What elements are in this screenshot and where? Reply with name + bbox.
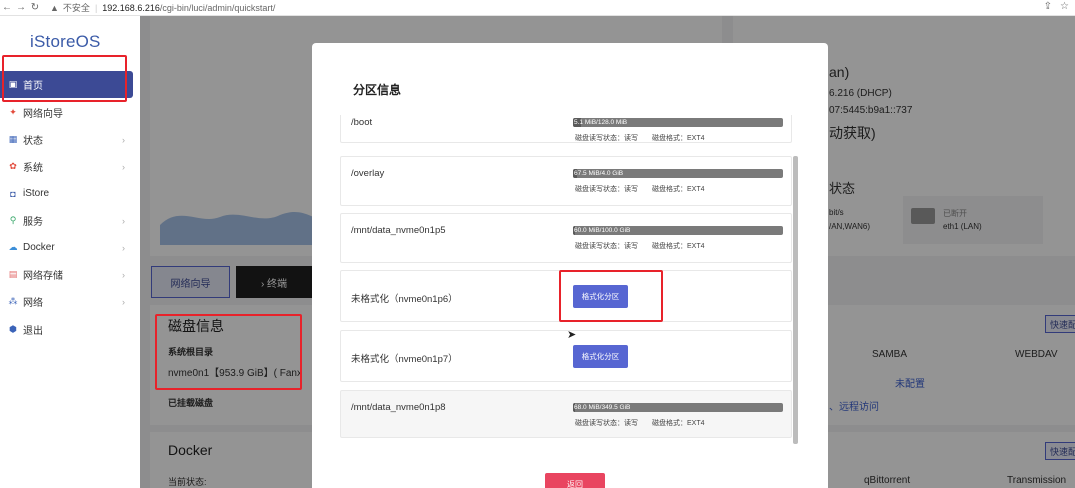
partition-mount: 未格式化（nvme0n1p6） xyxy=(351,294,458,305)
fs-format: 磁盘格式：EXT4 xyxy=(652,135,705,142)
sidebar-item-8[interactable]: ⁂ 网络 › xyxy=(0,288,133,315)
sidebar-item-3[interactable]: ✿ 系统 › xyxy=(0,153,133,180)
fs-format: 磁盘格式：EXT4 xyxy=(652,243,705,250)
partition-meta: 磁盘读写状态：读写 磁盘格式：EXT4 xyxy=(575,241,719,251)
rw-status: 磁盘读写状态：读写 xyxy=(575,135,638,142)
reload-icon[interactable]: ↻ xyxy=(28,2,42,13)
storage-icon: ▤ xyxy=(8,269,18,279)
network-icon: ⁂ xyxy=(8,296,18,306)
disk-usage-text: 60.0 MiB/100.0 GiB xyxy=(574,227,631,234)
sidebar-item-6[interactable]: ☁ Docker › xyxy=(0,234,133,261)
partition-meta: 磁盘读写状态：读写 磁盘格式：EXT4 xyxy=(575,184,719,194)
bookmark-star-icon[interactable]: ☆ xyxy=(1060,1,1069,12)
partition-mount: /mnt/data_nvme0n1p8 xyxy=(351,402,446,413)
disk-usage-bar: 5.1 MiB/128.0 MiB xyxy=(573,118,783,127)
sidebar-item-7[interactable]: ▤ 网络存储 › xyxy=(0,261,133,288)
gear-icon: ✿ xyxy=(9,161,17,171)
sidebar-item-5[interactable]: ⚲ 服务 › xyxy=(0,207,133,234)
rw-status: 磁盘读写状态：读写 xyxy=(575,243,638,250)
partition-mount: 未格式化（nvme0n1p7） xyxy=(351,354,458,365)
sidebar-item-1[interactable]: ✦ 网络向导 xyxy=(0,99,133,126)
not-secure-label[interactable]: 不安全 xyxy=(63,1,90,14)
forward-arrow-icon[interactable]: → xyxy=(14,2,28,13)
sidebar-item-label: iStore xyxy=(23,188,50,199)
dialog-title: 分区信息 xyxy=(353,83,402,97)
highlight-home xyxy=(2,55,127,102)
address-bar[interactable]: 192.168.6.216/cgi-bin/luci/admin/quickst… xyxy=(102,3,275,13)
format-partition-button[interactable]: 格式化分区 xyxy=(573,345,628,368)
share-icon[interactable]: ⇪ xyxy=(1044,1,1052,12)
url-host: 192.168.6.216 xyxy=(102,2,160,13)
logout-icon: ⬢ xyxy=(9,324,17,334)
partition-row: /overlay 67.5 MiB/4.0 GiB 磁盘读写状态：读写 磁盘格式：EX… xyxy=(340,156,792,206)
partition-list-scrollbar[interactable] xyxy=(793,156,798,444)
chevron-right-icon: › xyxy=(122,296,125,307)
sidebar-item-label: Docker xyxy=(23,242,55,253)
mouse-cursor-icon: ➤ xyxy=(567,329,577,341)
partition-meta: 磁盘读写状态：读写 磁盘格式：EXT4 xyxy=(575,133,719,143)
sidebar-item-label: 网络 xyxy=(23,298,43,309)
partition-row: /boot 5.1 MiB/128.0 MiB 磁盘读写状态：读写 磁盘格式：EXT4 xyxy=(340,115,792,143)
url-path: /cgi-bin/luci/admin/quickstart/ xyxy=(159,2,276,13)
partition-info-dialog: 分区信息 /boot 5.1 MiB/128.0 MiB 磁盘读写状态：读写 磁盘格式… xyxy=(312,43,828,488)
sidebar-item-label: 系统 xyxy=(23,163,43,174)
fs-format: 磁盘格式：EXT4 xyxy=(652,186,705,193)
highlight-format-button xyxy=(559,270,663,322)
disk-usage-text: 5.1 MiB/128.0 MiB xyxy=(574,119,628,126)
grid-icon: ▦ xyxy=(8,134,18,144)
chevron-right-icon: › xyxy=(122,161,125,172)
rw-status: 磁盘读写状态：读写 xyxy=(575,186,638,193)
docker-icon: ☁ xyxy=(8,242,18,252)
fs-format: 磁盘格式：EXT4 xyxy=(652,420,705,427)
partition-row: /mnt/data_nvme0n1p5 60.0 MiB/100.0 GiB 磁盘读… xyxy=(340,213,792,263)
disk-usage-bar: 60.0 MiB/100.0 GiB xyxy=(573,226,783,235)
partition-mount: /mnt/data_nvme0n1p5 xyxy=(351,225,446,236)
partition-row: 未格式化（nvme0n1p7） 格式化分区 xyxy=(340,330,792,382)
warning-icon[interactable]: ▲ xyxy=(50,3,59,13)
sidebar-item-label: 服务 xyxy=(23,217,43,228)
browser-toolbar: ← → ↻ ▲ 不安全 | 192.168.6.216/cgi-bin/luci… xyxy=(0,0,1075,16)
store-icon: ◘ xyxy=(10,188,16,199)
disk-usage-bar: 68.0 MiB/349.5 GiB xyxy=(573,403,783,412)
disk-usage-text: 67.5 MiB/4.0 GiB xyxy=(574,170,624,177)
sidebar-item-label: 网络向导 xyxy=(23,109,63,120)
service-icon: ⚲ xyxy=(9,215,17,225)
browser-actions: ⇪ ☆ xyxy=(1044,1,1069,12)
back-button[interactable]: 返回 xyxy=(545,473,605,488)
chevron-right-icon: › xyxy=(122,134,125,145)
disk-usage-bar: 67.5 MiB/4.0 GiB xyxy=(573,169,783,178)
wand-icon: ✦ xyxy=(9,107,17,117)
rw-status: 磁盘读写状态：读写 xyxy=(575,420,638,427)
sidebar-item-2[interactable]: ▦ 状态 › xyxy=(0,126,133,153)
url-separator: | xyxy=(94,2,98,13)
chevron-right-icon: › xyxy=(122,242,125,253)
partition-mount: /boot xyxy=(351,117,373,128)
sidebar-item-label: 退出 xyxy=(23,326,43,337)
app-logo[interactable]: iStoreOS xyxy=(30,32,101,52)
partition-mount: /overlay xyxy=(351,168,385,179)
highlight-disk-info xyxy=(155,314,302,390)
partition-meta: 磁盘读写状态：读写 磁盘格式：EXT4 xyxy=(575,418,719,428)
sidebar-item-4[interactable]: ◘ iStore xyxy=(0,180,133,207)
chevron-right-icon: › xyxy=(122,215,125,226)
chevron-right-icon: › xyxy=(122,269,125,280)
sidebar-item-label: 状态 xyxy=(23,136,43,147)
sidebar-item-label: 网络存储 xyxy=(23,271,63,282)
disk-usage-text: 68.0 MiB/349.5 GiB xyxy=(574,404,631,411)
back-arrow-icon[interactable]: ← xyxy=(0,2,14,13)
partition-row: /mnt/data_nvme0n1p8 68.0 MiB/349.5 GiB 磁盘读… xyxy=(340,390,792,438)
sidebar-item-9[interactable]: ⬢ 退出 xyxy=(0,316,133,343)
